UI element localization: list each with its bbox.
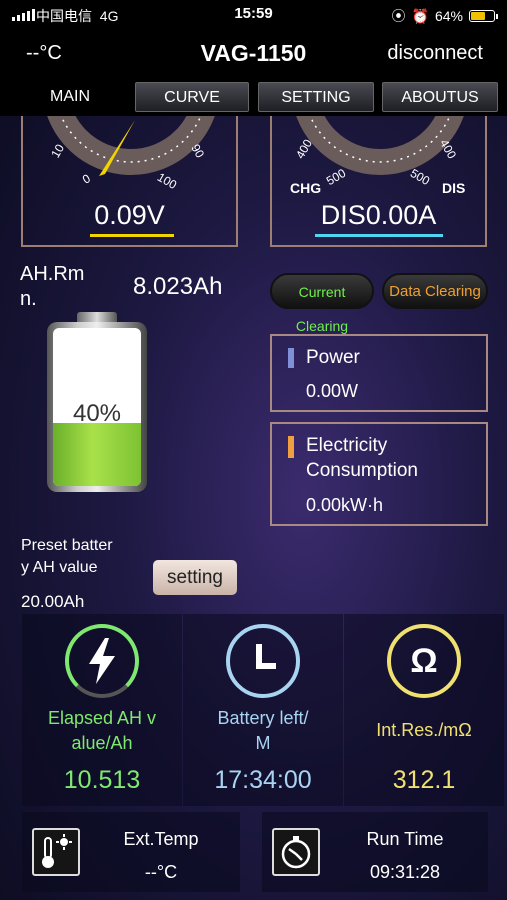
int-res-label: Int.Res./mΩ xyxy=(376,720,472,740)
electricity-marker xyxy=(288,436,294,458)
voltage-gauge: 10 0 90 100 0.09V xyxy=(21,116,238,247)
elapsed-ah-value: 10.513 xyxy=(63,766,141,794)
battery-left-label-line1: Battery left/ xyxy=(217,708,309,728)
int-res-card: Ω Int.Res./mΩ 312.1 xyxy=(344,614,504,806)
voltage-value: 0.09V xyxy=(94,200,165,230)
electricity-label-line1: Electricity xyxy=(306,435,388,456)
tab-main[interactable]: MAIN xyxy=(10,82,130,112)
voltage-dial xyxy=(47,116,215,176)
battery-percent: 64% xyxy=(434,8,463,24)
ext-temp-panel: Ext.Temp --°C xyxy=(22,812,240,892)
ext-temp-value: --°C xyxy=(144,862,178,882)
preset-value: 20.00Ah xyxy=(21,592,85,611)
dis-label: DIS xyxy=(442,180,466,196)
electricity-label-line2: Consumption xyxy=(306,460,418,481)
tab-curve[interactable]: CURVE xyxy=(135,82,249,112)
app-header: --°C VAG-1150 disconnect xyxy=(0,30,507,78)
current-underline xyxy=(315,234,443,237)
setting-button[interactable]: setting xyxy=(153,560,237,595)
run-time-value: 09:31:28 xyxy=(369,862,441,882)
elapsed-ah-label-line1: Elapsed AH v xyxy=(47,708,157,728)
electricity-panel: Electricity Consumption 0.00kW·h xyxy=(270,422,488,526)
voltage-underline xyxy=(90,234,174,237)
clock-icon xyxy=(226,624,300,698)
lightning-icon xyxy=(65,624,139,698)
current-clearing-button[interactable]: Current Clearing xyxy=(270,273,374,334)
power-panel: Power 0.00W xyxy=(270,334,488,412)
battery-graphic: 40% xyxy=(47,312,147,492)
tab-setting[interactable]: SETTING xyxy=(258,82,374,112)
power-label: Power xyxy=(306,347,360,368)
ext-temp-label: Ext.Temp xyxy=(123,829,199,849)
elapsed-ah-label-line2: alue/Ah xyxy=(71,733,133,753)
power-marker xyxy=(288,348,294,368)
tab-aboutus[interactable]: ABOUTUS xyxy=(382,82,498,112)
electricity-value: 0.00kW·h xyxy=(306,495,384,515)
disconnect-button[interactable]: disconnect xyxy=(387,42,483,65)
ah-remaining-value: 8.023Ah xyxy=(133,273,223,300)
tab-bar: MAIN CURVE SETTING ABOUTUS xyxy=(0,78,507,116)
battery-percent-text: 40% xyxy=(72,400,122,427)
battery-fill xyxy=(53,422,141,486)
chg-label: CHG xyxy=(290,180,322,196)
ah-remaining-label: AH.Rm n. xyxy=(20,263,85,310)
run-time-panel: Run Time 09:31:28 xyxy=(262,812,488,892)
int-res-value: 312.1 xyxy=(392,766,456,794)
alarm-icon: ⏰ xyxy=(411,7,429,24)
preset-label-line1: Preset batter xyxy=(21,537,113,554)
ohm-icon: Ω xyxy=(387,624,461,698)
status-bar: 中国电信 4G 15:59 ⦿ ⏰ 64% xyxy=(0,0,507,30)
run-time-label: Run Time xyxy=(366,829,444,849)
battery-left-card: Battery left/M 17:34:00 xyxy=(183,614,343,806)
preset-label-line2: y AH value xyxy=(21,559,98,576)
lock-rotation-icon: ⦿ xyxy=(391,8,406,24)
elapsed-ah-card: Elapsed AH v alue/Ah 10.513 xyxy=(22,614,182,806)
power-value: 0.00W xyxy=(306,381,359,401)
data-clearing-button[interactable]: Data Clearing xyxy=(382,273,488,309)
battery-left-label-line2: M xyxy=(255,733,271,753)
current-gauge: 400 500 500 400 CHG DIS DIS0.00A xyxy=(270,116,487,247)
battery-left-value: 17:34:00 xyxy=(214,766,312,794)
current-value: DIS0.00A xyxy=(320,200,437,230)
battery-icon xyxy=(469,10,498,22)
